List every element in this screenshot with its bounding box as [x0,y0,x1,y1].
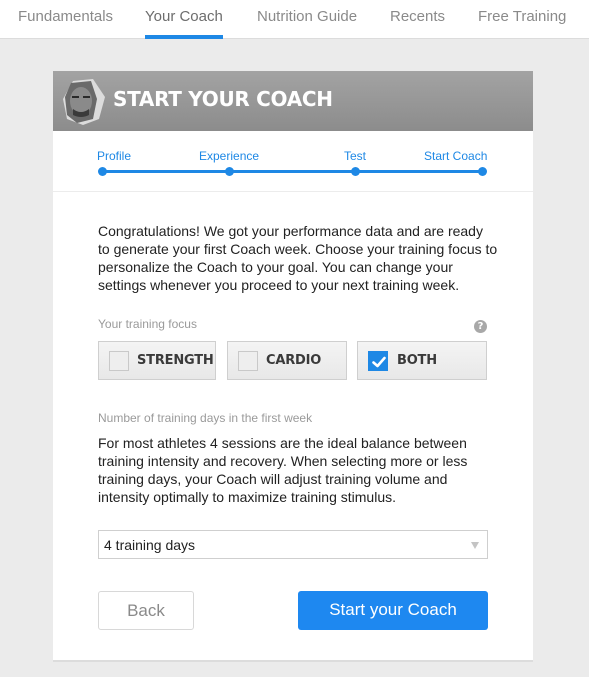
focus-option-both[interactable]: BOTH [357,341,487,380]
question-mark-icon[interactable]: ? [474,320,487,333]
start-coach-button[interactable]: Start your Coach [298,591,488,630]
dropdown-arrow-icon [471,542,479,549]
start-coach-card: START YOUR COACH Profile Experience Test… [53,71,533,660]
cardio-checkbox[interactable] [238,351,258,371]
intro-text: Congratulations! We got your performance… [98,223,498,293]
strength-checkbox[interactable] [109,351,129,371]
training-days-description: For most athletes 4 sessions are the ide… [98,435,468,505]
training-days-value: 4 training days [104,537,196,553]
training-focus-label: Your training focus [98,317,197,331]
back-button[interactable]: Back [98,591,194,630]
step-progress-line [102,170,483,173]
tab-free-training[interactable]: Free Training [478,0,566,39]
step-dot-experience [225,167,234,176]
checkmark-icon [372,356,386,368]
tab-nutrition-guide[interactable]: Nutrition Guide [257,0,357,39]
progress-stepper: Profile Experience Test Start Coach [53,131,533,192]
step-start-coach[interactable]: Start Coach [424,149,487,163]
step-test[interactable]: Test [344,149,366,163]
step-dot-start-coach [478,167,487,176]
focus-option-strength[interactable]: STRENGTH [98,341,216,380]
training-days-select[interactable]: 4 training days [98,530,488,559]
step-dot-test [351,167,360,176]
tab-your-coach[interactable]: Your Coach [145,0,223,39]
tab-fundamentals[interactable]: Fundamentals [18,0,113,39]
focus-label-cardio: CARDIO [266,353,322,368]
card-header: START YOUR COACH [53,71,533,131]
focus-label-both: BOTH [397,353,437,368]
step-profile[interactable]: Profile [97,149,131,163]
step-experience[interactable]: Experience [199,149,259,163]
both-checkbox[interactable] [368,351,388,371]
coach-avatar-icon [63,79,105,125]
focus-label-strength: STRENGTH [137,353,214,368]
training-days-label: Number of training days in the first wee… [98,411,313,425]
tab-recents[interactable]: Recents [390,0,445,39]
focus-option-cardio[interactable]: CARDIO [227,341,347,380]
step-dot-profile [98,167,107,176]
card-title: START YOUR COACH [113,87,333,111]
top-navigation: Fundamentals Your Coach Nutrition Guide … [0,0,589,39]
